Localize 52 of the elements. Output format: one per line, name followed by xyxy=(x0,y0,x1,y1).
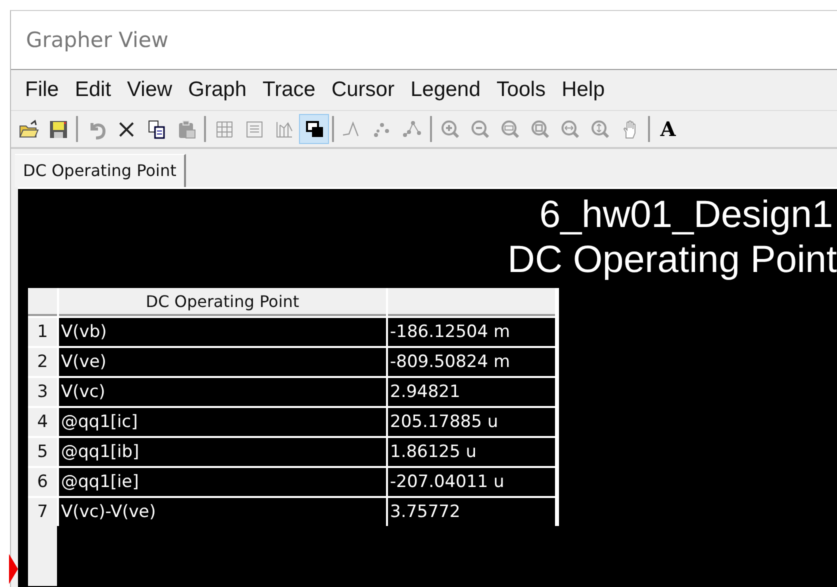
zoom-box-icon xyxy=(530,118,550,140)
window-title: Grapher View xyxy=(26,28,168,52)
plot-title: DC Operating Point xyxy=(506,238,837,283)
menu-item[interactable]: File xyxy=(17,78,67,102)
plot-title: 6_hw01_Design1 xyxy=(538,193,834,238)
floppy-icon xyxy=(48,118,68,140)
zoom-in-icon xyxy=(440,118,460,140)
menu-item[interactable]: Help xyxy=(554,78,613,102)
menu-item[interactable]: Graph xyxy=(180,78,255,102)
overlay-icon xyxy=(304,118,324,140)
table-cell: V(ve) xyxy=(59,348,386,376)
table-cell: 3.75772 xyxy=(388,498,555,526)
table-cell: @qq1[ie] xyxy=(59,468,386,496)
menu-item[interactable]: Legend xyxy=(402,78,489,102)
row-number: 5 xyxy=(28,438,57,466)
table-cell: V(vb) xyxy=(59,318,386,346)
table-cell: -809.50824 m xyxy=(388,348,555,376)
tab[interactable]: DC Operating Point xyxy=(15,154,186,187)
table-cell: 2.94821 xyxy=(388,378,555,406)
zoom-out-icon xyxy=(470,118,490,140)
row-number: 1 xyxy=(28,318,57,346)
table-cell: -207.04011 u xyxy=(388,468,555,496)
row-header xyxy=(28,526,57,586)
row-number: 4 xyxy=(28,408,57,436)
grid-icon xyxy=(214,118,234,140)
menu-item[interactable]: View xyxy=(119,78,180,102)
zoom-horizontal-icon xyxy=(560,118,580,140)
font-button[interactable]: A xyxy=(653,114,683,144)
table-cell: 205.17885 u xyxy=(388,408,555,436)
row-number: 3 xyxy=(28,378,57,406)
row-number: 6 xyxy=(28,468,57,496)
menu-item[interactable]: Edit xyxy=(66,78,120,102)
list-icon xyxy=(244,118,264,140)
table-cell: -186.12504 m xyxy=(388,318,555,346)
menu-item[interactable]: Cursor xyxy=(323,78,402,102)
table-cell: V(vc) xyxy=(59,378,386,406)
zoom-fit-icon xyxy=(500,118,520,140)
table-cell: 1.86125 u xyxy=(388,438,555,466)
corner-cell xyxy=(28,288,57,316)
copy-icon xyxy=(146,118,166,140)
line-points-icon xyxy=(402,118,422,140)
column-header: DC Operating Point xyxy=(59,288,386,316)
folder-icon xyxy=(18,118,38,140)
row-number: 7 xyxy=(28,498,57,526)
menu-item[interactable]: Trace xyxy=(254,78,324,102)
overlay-button[interactable] xyxy=(299,114,329,144)
table-cell: @qq1[ic] xyxy=(59,408,386,436)
menu-item[interactable]: Tools xyxy=(488,78,554,102)
zoom-vertical-icon xyxy=(590,118,610,140)
table-cell: V(vc)-V(ve) xyxy=(59,498,386,526)
row-number: 2 xyxy=(28,348,57,376)
table-cell: @qq1[ib] xyxy=(59,438,386,466)
